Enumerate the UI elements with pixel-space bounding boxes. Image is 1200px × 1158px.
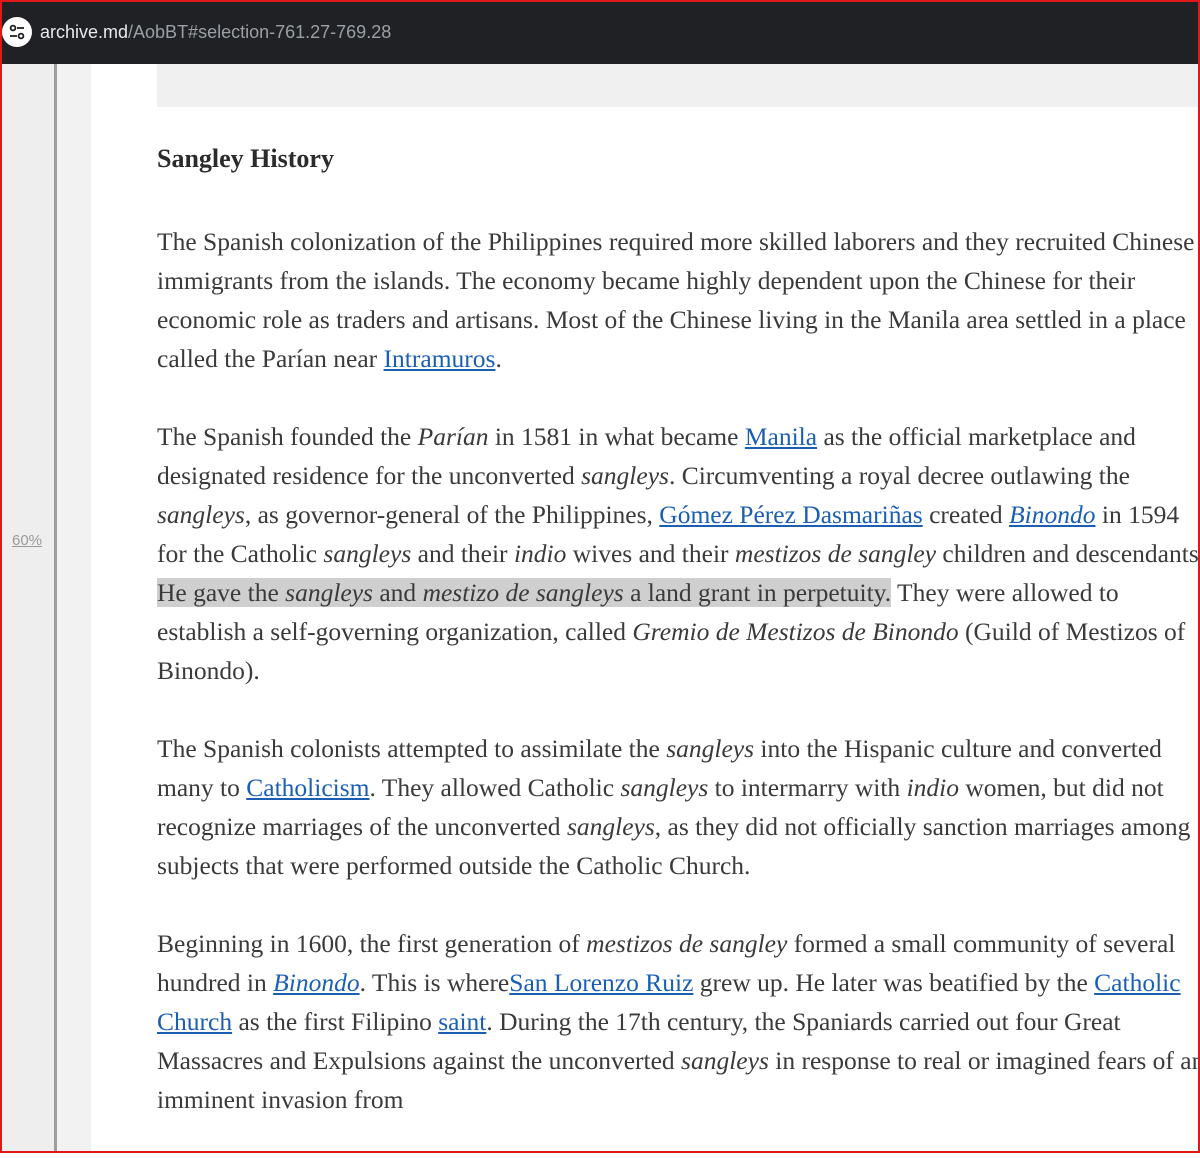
- zoom-link[interactable]: 60%: [12, 532, 42, 549]
- text: a land grant in perpetuity.: [623, 578, 892, 607]
- url-text[interactable]: archive.md/AobBT#selection-761.27-769.28: [40, 22, 391, 43]
- emphasis: mestizos de sangley: [734, 539, 937, 568]
- text: The Spanish founded the: [157, 422, 418, 451]
- emphasis: Parían: [417, 422, 489, 451]
- paragraph-3: The Spanish colonists attempted to assim…: [157, 729, 1200, 885]
- tune-icon[interactable]: [2, 17, 32, 47]
- emphasis: indio: [513, 539, 567, 568]
- left-sidebar: 60%: [2, 64, 57, 1153]
- text: children and descendants.: [936, 539, 1200, 568]
- link-san-lorenzo-ruiz[interactable]: San Lorenzo Ruiz: [509, 968, 693, 997]
- address-bar[interactable]: archive.md/AobBT#selection-761.27-769.28: [0, 0, 1200, 64]
- text: He gave the: [157, 578, 286, 607]
- link-gomez-perez-dasmarinas[interactable]: Gómez Pérez Dasmariñas: [659, 500, 922, 529]
- emphasis: sangleys: [566, 812, 655, 841]
- selected-text[interactable]: He gave the sangleys and mestizo de sang…: [157, 578, 892, 607]
- text: The Spanish colonists attempted to assim…: [157, 734, 667, 763]
- emphasis: sangleys: [581, 461, 669, 490]
- link-binondo[interactable]: Binondo: [1009, 500, 1095, 529]
- text: and their: [411, 539, 514, 568]
- emphasis: Binondo: [1009, 500, 1096, 529]
- text: . Circumventing a royal decree outlawing…: [668, 461, 1130, 490]
- top-banner: [157, 64, 1200, 107]
- emphasis: mestizos de sangley: [586, 929, 788, 958]
- text: created: [922, 500, 1010, 529]
- link-binondo-2[interactable]: Binondo: [273, 968, 359, 997]
- link-saint[interactable]: saint: [438, 1007, 486, 1036]
- text: The Spanish colonization of the Philippi…: [157, 227, 1195, 373]
- text: and: [372, 578, 423, 607]
- text: .: [495, 344, 502, 373]
- emphasis: sangleys: [681, 1046, 769, 1075]
- url-host: archive.md: [40, 21, 129, 42]
- text: to intermarry with: [708, 773, 907, 802]
- link-intramuros[interactable]: Intramuros: [384, 344, 496, 373]
- emphasis: sangleys: [323, 539, 412, 568]
- article-content: Sangley History The Spanish colonization…: [157, 132, 1200, 1158]
- emphasis: sangleys: [285, 578, 373, 607]
- section-heading: Sangley History: [157, 144, 334, 173]
- text: . They allowed Catholic: [369, 773, 621, 802]
- text: as the first Filipino: [232, 1007, 439, 1036]
- text: Beginning in 1600, the first generation …: [157, 929, 587, 958]
- paragraph-1: The Spanish colonization of the Philippi…: [157, 222, 1200, 378]
- text: wives and their: [566, 539, 735, 568]
- emphasis: Gremio de Mestizos de Binondo: [632, 617, 959, 646]
- emphasis: sangleys: [157, 500, 245, 529]
- paragraph-2: The Spanish founded the Parían in 1581 i…: [157, 417, 1200, 690]
- emphasis: sangleys: [666, 734, 755, 763]
- page-margin: [57, 64, 91, 1153]
- url-path: /AobBT#selection-761.27-769.28: [128, 21, 392, 42]
- paragraph-4: Beginning in 1600, the first generation …: [157, 924, 1200, 1119]
- text: in 1581 in what became: [488, 422, 745, 451]
- text: . This is where: [359, 968, 510, 997]
- link-catholicism[interactable]: Catholicism: [246, 773, 369, 802]
- emphasis: mestizo de sangleys: [422, 578, 624, 607]
- link-manila[interactable]: Manila: [745, 422, 817, 451]
- text: , as governor-general of the Philippines…: [244, 500, 660, 529]
- emphasis: Binondo: [273, 968, 360, 997]
- text: grew up. He later was beatified by the: [693, 968, 1095, 997]
- emphasis: sangleys: [620, 773, 709, 802]
- emphasis: indio: [906, 773, 959, 802]
